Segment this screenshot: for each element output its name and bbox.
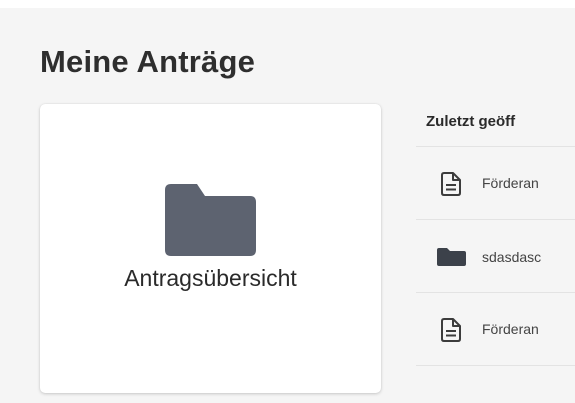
document-icon	[441, 318, 461, 342]
list-item[interactable]: Förderan	[416, 147, 575, 220]
folder-icon	[437, 248, 466, 266]
card-label: Antragsübersicht	[124, 265, 297, 291]
list-item[interactable]: sdasdasc	[416, 220, 575, 293]
list-item-label: sdasdasc	[482, 249, 542, 265]
recent-list: Zuletzt geöff Förderan sdasdasc Förderan	[416, 104, 575, 403]
folder-icon	[165, 184, 256, 256]
antragsuebersicht-card[interactable]: Antragsübersicht	[40, 104, 381, 393]
document-icon	[441, 172, 461, 196]
recent-column-header[interactable]: Zuletzt geöff	[416, 104, 575, 147]
list-item-label: Förderan	[482, 175, 539, 191]
list-item-label: Förderan	[482, 321, 539, 337]
top-strip	[0, 0, 575, 8]
list-item[interactable]: Förderan	[416, 293, 575, 366]
page-title: Meine Anträge	[40, 44, 256, 79]
